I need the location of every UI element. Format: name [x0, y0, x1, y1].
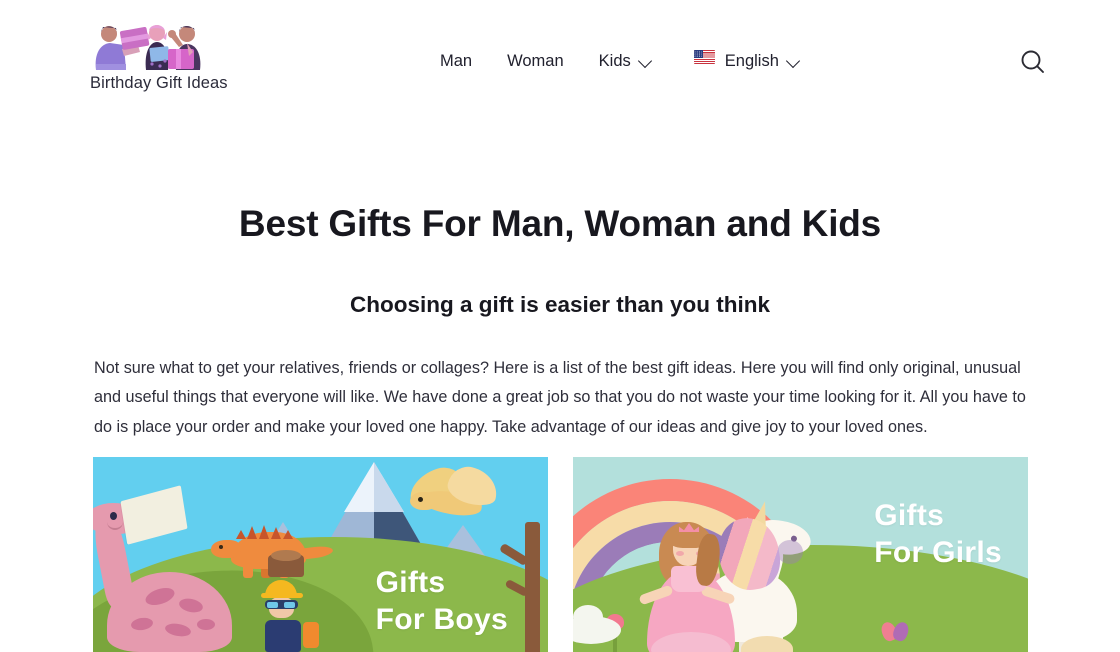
- brontosaurus-spot-icon: [197, 619, 215, 630]
- stegosaurus-head-icon: [211, 540, 241, 558]
- mountain-snowcap-shadow-icon: [374, 462, 404, 512]
- butterfly-icon: [882, 622, 910, 642]
- category-card-boys[interactable]: Gifts For Boys: [93, 457, 548, 652]
- chevron-down-icon: [787, 55, 800, 68]
- brand-name: Birthday Gift Ideas: [90, 74, 228, 92]
- nav-item-woman[interactable]: Woman: [507, 50, 564, 73]
- nav-item-man[interactable]: Man: [440, 50, 472, 73]
- unicorn-spot-icon: [777, 540, 803, 564]
- pterodactyl-icon: [402, 462, 502, 526]
- page-title: Best Gifts For Man, Woman and Kids: [238, 203, 882, 244]
- main-content: Best Gifts For Man, Woman and Kids Choos…: [0, 118, 1120, 442]
- nav-item-label: Man: [440, 51, 473, 70]
- gift-people-illustration-icon: [90, 16, 208, 74]
- stegosaurus-plates-icon: [236, 521, 302, 539]
- category-card-list: Gifts For Boys Gifts For Girls: [0, 457, 1120, 652]
- chevron-down-icon: [639, 55, 652, 68]
- brand-logo-link[interactable]: Birthday Gift Ideas: [90, 16, 330, 93]
- page-root: Birthday Gift Ideas Man Woman Kids Engli…: [0, 0, 1120, 652]
- category-card-girls[interactable]: Gifts For Girls: [573, 457, 1028, 652]
- main-navigation: Man Woman Kids English: [440, 46, 800, 76]
- map-paper-icon: [120, 485, 188, 545]
- search-button[interactable]: [1018, 47, 1048, 77]
- boy-explorer-icon: [251, 580, 323, 652]
- intro-paragraph: Not sure what to get your relatives, fri…: [94, 358, 1026, 436]
- nav-item-kids[interactable]: Kids: [599, 50, 652, 73]
- tree-stump-icon: [268, 550, 304, 577]
- card-title-boys: Gifts For Boys: [375, 566, 508, 636]
- nav-item-label: Woman: [507, 51, 564, 70]
- search-icon: [1021, 50, 1044, 73]
- us-flag-icon: [693, 50, 715, 64]
- bare-tree-icon: [525, 522, 540, 652]
- nav-item-label: Kids: [598, 51, 631, 70]
- nav-item-language[interactable]: English: [693, 50, 800, 73]
- page-subtitle: Choosing a gift is easier than you think: [349, 291, 771, 317]
- nav-item-label: English: [724, 51, 779, 70]
- princess-cheek-icon: [676, 551, 684, 556]
- card-title-girls: Gifts For Girls: [874, 499, 1002, 569]
- site-header: Birthday Gift Ideas Man Woman Kids Engli…: [0, 0, 1120, 118]
